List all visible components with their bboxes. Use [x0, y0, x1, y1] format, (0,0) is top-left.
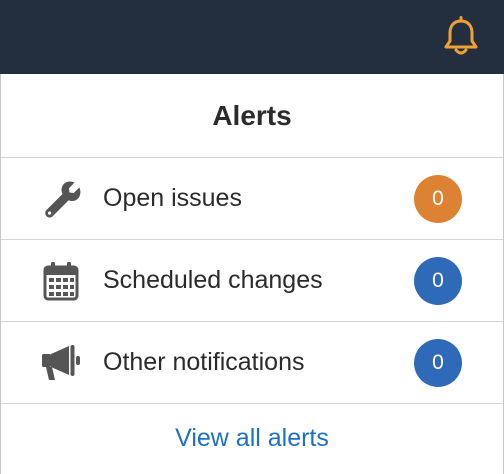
alert-item-label: Open issues	[103, 184, 242, 212]
view-all-alerts-link[interactable]: View all alerts	[175, 424, 329, 453]
count-badge: 0	[414, 256, 462, 305]
calendar-icon	[41, 260, 81, 302]
alert-item-open-issues[interactable]: Open issues 0	[1, 158, 503, 240]
top-navigation-bar	[0, 0, 504, 74]
bell-icon[interactable]	[442, 16, 480, 56]
alerts-panel: Alerts Open issues 0 Scheduled changes 0…	[0, 74, 504, 474]
wrench-icon	[41, 178, 81, 220]
panel-title: Alerts	[212, 99, 292, 131]
count-badge: 0	[414, 174, 462, 223]
alerts-header: Alerts	[1, 74, 503, 158]
alerts-footer: View all alerts	[1, 404, 503, 474]
alert-item-other-notifications[interactable]: Other notifications 0	[1, 322, 503, 404]
alert-item-scheduled-changes[interactable]: Scheduled changes 0	[1, 240, 503, 322]
alert-item-label: Other notifications	[103, 348, 305, 376]
megaphone-icon	[41, 342, 81, 384]
count-badge: 0	[414, 338, 462, 387]
alert-item-label: Scheduled changes	[103, 266, 323, 294]
